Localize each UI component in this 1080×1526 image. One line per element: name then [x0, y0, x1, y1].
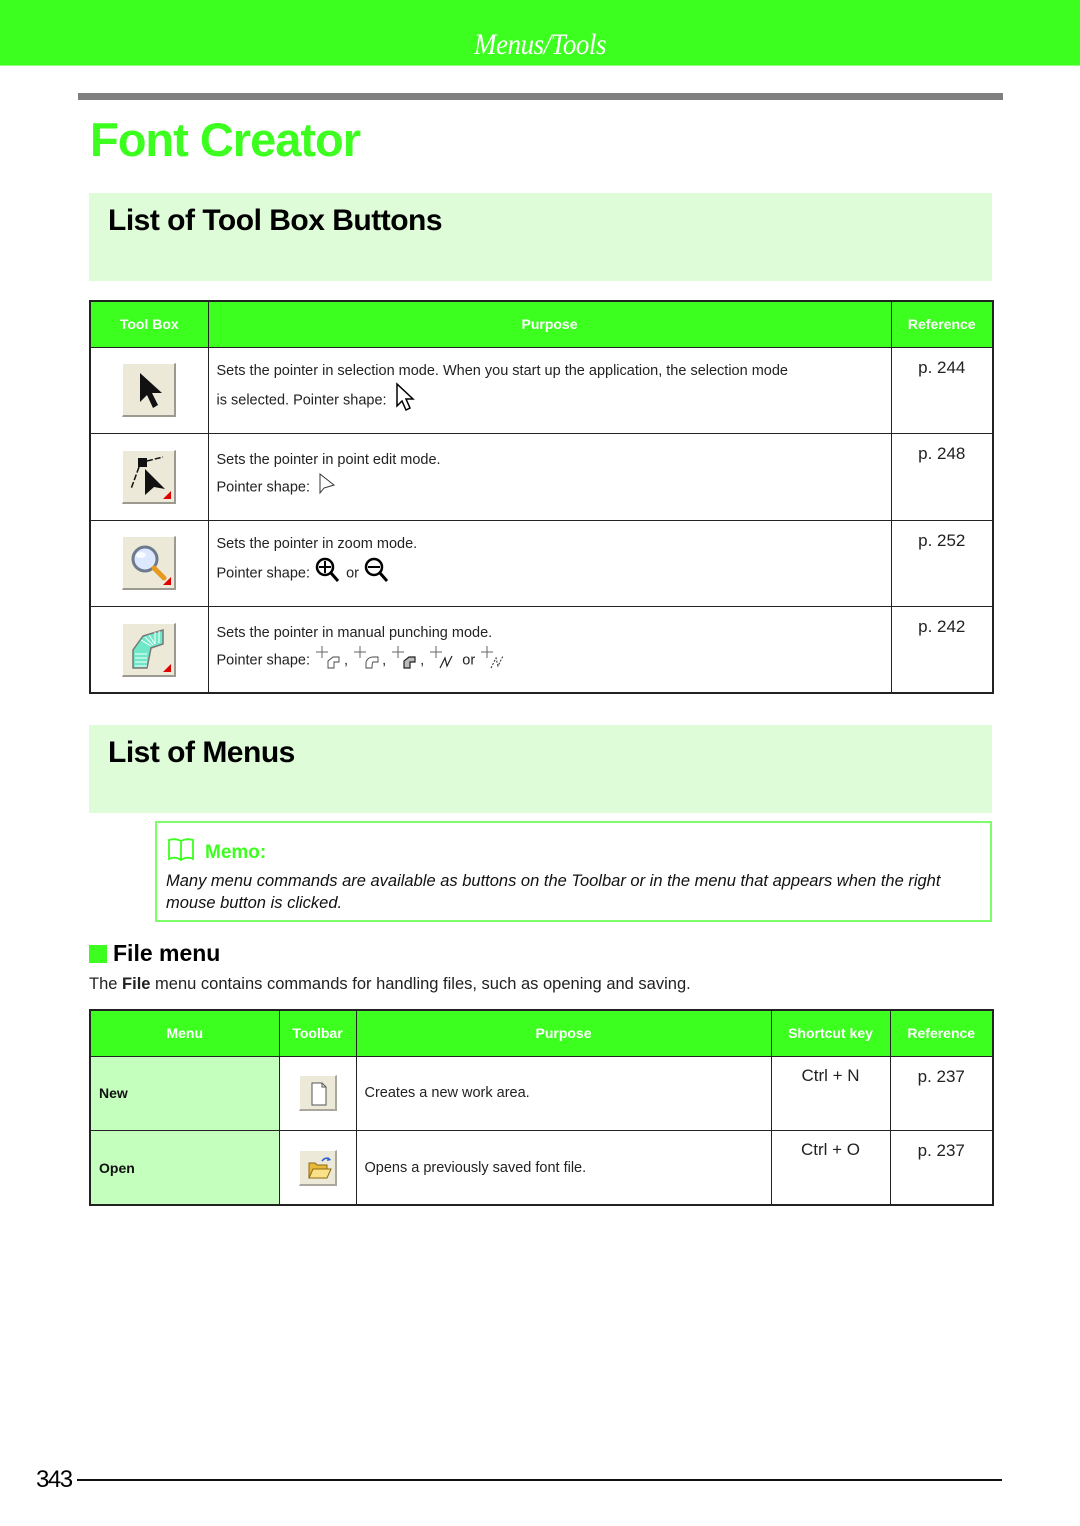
title-rule: [78, 93, 1003, 100]
footer-rule: [77, 1479, 1002, 1481]
reference-cell: p. 237: [889, 1130, 994, 1206]
zoom-out-pointer-icon: [363, 555, 391, 592]
hollow-arrow-pointer-icon: [314, 471, 340, 504]
zoom-in-pointer-icon: [314, 555, 342, 592]
separator-text: ,: [420, 651, 425, 668]
reference-cell: p. 248: [890, 433, 994, 521]
reference-cell: p. 244: [890, 346, 994, 434]
column-header-reference: Reference: [890, 300, 994, 348]
punch-pointer-3-icon: [390, 644, 420, 677]
conjunction-text: or: [346, 565, 359, 582]
column-header-menu: Menu: [89, 1009, 280, 1057]
menu-name-cell: New: [89, 1055, 280, 1131]
open-folder-icon[interactable]: [298, 1149, 337, 1186]
menu-name-cell: Open: [89, 1130, 280, 1206]
punch-pointer-1-icon: [314, 644, 344, 677]
punch-pointer-dotted-zigzag-icon: [479, 644, 509, 677]
page-number: 343: [36, 1466, 73, 1493]
purpose-text-line2: Pointer shape:: [216, 651, 311, 668]
reference-cell: p. 237: [889, 1055, 994, 1131]
toolbox-section-heading: List of Tool Box Buttons: [89, 193, 992, 281]
purpose-text-line1: Sets the pointer in selection mode. When…: [216, 363, 788, 380]
toolbox-section-title: List of Tool Box Buttons: [108, 204, 443, 237]
purpose-cell: Opens a previously saved font file.: [355, 1130, 772, 1206]
point-edit-icon[interactable]: [122, 449, 177, 504]
shortcut-cell: Ctrl + O: [770, 1130, 891, 1206]
column-header-purpose: Purpose: [207, 300, 892, 348]
new-document-icon[interactable]: [298, 1075, 337, 1112]
menus-section-heading: List of Menus: [89, 725, 992, 813]
page-footer: 343: [36, 1466, 1002, 1496]
section-title: Menus/Tools: [473, 28, 607, 61]
reference-cell: p. 242: [890, 606, 994, 694]
table-row: Open Opens a previously saved font file.…: [89, 1130, 994, 1206]
table-row: Sets the pointer in zoom mode. Pointer s…: [89, 519, 994, 607]
purpose-text-line1: Sets the pointer in manual punching mode…: [216, 624, 493, 641]
file-menu-table: Menu Toolbar Purpose Shortcut key Refere…: [89, 1009, 994, 1206]
purpose-text-line2: is selected. Pointer shape:: [216, 392, 387, 409]
corner-indicator: [163, 490, 172, 499]
file-menu-intro: The File menu contains commands for hand…: [89, 975, 691, 994]
intro-suffix: menu contains commands for handling file…: [150, 975, 691, 993]
separator-text: ,: [344, 651, 349, 668]
purpose-text-line2: Pointer shape:: [216, 479, 311, 496]
corner-indicator: [163, 577, 172, 586]
column-header-toolbar: Toolbar: [278, 1009, 357, 1057]
punch-pointer-2-icon: [352, 644, 382, 677]
menus-section-title: List of Menus: [108, 736, 295, 769]
magnifier-icon[interactable]: [122, 536, 177, 591]
file-menu-heading: File menu: [89, 940, 220, 967]
column-header-reference: Reference: [889, 1009, 994, 1057]
intro-bold: File: [122, 975, 151, 993]
column-header-toolbox: Tool Box: [89, 300, 209, 348]
table-row: Sets the pointer in selection mode. When…: [89, 346, 994, 434]
punch-pointer-zigzag-icon: [428, 644, 458, 677]
reference-cell: p. 252: [890, 519, 994, 607]
purpose-text-line1: Sets the pointer in zoom mode.: [216, 536, 418, 553]
shortcut-cell: Ctrl + N: [770, 1055, 891, 1131]
purpose-text-line2: Pointer shape:: [216, 565, 311, 582]
book-icon: [167, 837, 195, 868]
file-menu-title: File menu: [113, 940, 221, 966]
purpose-cell: Creates a new work area.: [355, 1055, 772, 1131]
select-arrow-icon[interactable]: [122, 363, 177, 418]
page-title: Font Creator: [90, 113, 361, 166]
separator-text: ,: [382, 651, 387, 668]
purpose-text-line1: Sets the pointer in point edit mode.: [216, 451, 441, 468]
table-header-row: Tool Box Purpose Reference: [89, 300, 994, 348]
intro-prefix: The: [89, 975, 123, 993]
table-row: New Creates a new work area. Ctrl + N p.…: [89, 1055, 994, 1131]
column-header-purpose: Purpose: [355, 1009, 772, 1057]
manual-punch-icon[interactable]: [122, 622, 177, 677]
arrow-pointer-icon: [391, 382, 419, 419]
conjunction-text: or: [462, 651, 476, 668]
memo-box: Memo: Many menu commands are available a…: [155, 821, 992, 922]
table-header-row: Menu Toolbar Purpose Shortcut key Refere…: [89, 1009, 994, 1057]
table-row: Sets the pointer in manual punching mode…: [89, 606, 994, 694]
corner-indicator: [163, 663, 172, 672]
memo-label: Memo:: [205, 841, 267, 863]
green-square-bullet-icon: [89, 944, 107, 963]
section-banner: Menus/Tools: [0, 0, 1080, 66]
column-header-shortcut: Shortcut key: [770, 1009, 891, 1057]
table-row: Sets the pointer in point edit mode. Poi…: [89, 433, 994, 521]
memo-text: Many menu commands are available as butt…: [166, 872, 941, 912]
toolbox-table: Tool Box Purpose Reference Sets the poin…: [89, 300, 994, 694]
